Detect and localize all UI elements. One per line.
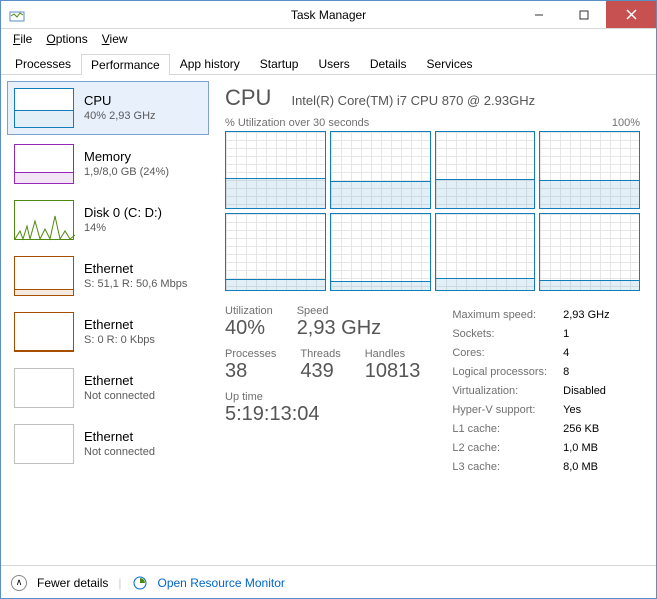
- util-value: 40%: [225, 317, 273, 340]
- tab-performance[interactable]: Performance: [81, 54, 170, 75]
- detail-key: L2 cache:: [452, 440, 561, 457]
- menu-options[interactable]: Options: [40, 30, 93, 48]
- proc-label: Processes: [225, 348, 276, 360]
- detail-val: 1: [563, 326, 609, 343]
- tab-processes[interactable]: Processes: [5, 53, 81, 74]
- uptime-value: 5:19:13:04: [225, 403, 420, 426]
- sidebar-item-cpu[interactable]: CPU40% 2,93 GHz: [7, 81, 209, 135]
- sidebar-item-label: CPU: [84, 92, 156, 110]
- thread-label: Threads: [300, 348, 340, 360]
- detail-key: L3 cache:: [452, 459, 561, 476]
- cpu-model: Intel(R) Core(TM) i7 CPU 870 @ 2.93GHz: [291, 93, 535, 108]
- sidebar: CPU40% 2,93 GHzMemory1,9/8,0 GB (24%)Dis…: [1, 75, 209, 565]
- core-chart: [225, 213, 326, 291]
- core-chart: [435, 131, 536, 209]
- sidebar-item-sub: 14%: [84, 221, 162, 236]
- sidebar-item-disk-0-c-d-[interactable]: Disk 0 (C: D:)14%: [7, 193, 209, 247]
- detail-key: Hyper-V support:: [452, 402, 561, 419]
- handle-value: 10813: [365, 360, 421, 383]
- sidebar-item-label: Disk 0 (C: D:): [84, 204, 162, 222]
- sidebar-item-memory[interactable]: Memory1,9/8,0 GB (24%): [7, 137, 209, 191]
- monitor-icon: [132, 575, 148, 591]
- util-label: Utilization: [225, 305, 273, 317]
- chart-label-left: % Utilization over 30 seconds: [225, 117, 369, 129]
- core-chart: [330, 213, 431, 291]
- detail-val: 8,0 MB: [563, 459, 609, 476]
- detail-key: Sockets:: [452, 326, 561, 343]
- proc-value: 38: [225, 360, 276, 383]
- detail-val: 2,93 GHz: [563, 307, 609, 324]
- titlebar[interactable]: Task Manager: [1, 1, 656, 29]
- menubar: File Options View: [1, 29, 656, 49]
- sidebar-item-sub: 40% 2,93 GHz: [84, 109, 156, 124]
- sidebar-item-label: Ethernet: [84, 428, 155, 446]
- detail-val: 1,0 MB: [563, 440, 609, 457]
- tab-startup[interactable]: Startup: [250, 53, 309, 74]
- maximize-button[interactable]: [561, 1, 606, 28]
- window-title: Task Manager: [291, 8, 366, 22]
- fewer-details-link[interactable]: Fewer details: [37, 576, 108, 590]
- core-chart: [539, 213, 640, 291]
- sidebar-item-ethernet[interactable]: EthernetNot connected: [7, 417, 209, 471]
- handle-label: Handles: [365, 348, 421, 360]
- app-icon: [9, 7, 25, 23]
- chart-label-right: 100%: [612, 117, 640, 129]
- speed-value: 2,93 GHz: [297, 317, 381, 340]
- speed-label: Speed: [297, 305, 381, 317]
- menu-view[interactable]: View: [96, 30, 134, 48]
- uptime-label: Up time: [225, 391, 420, 403]
- chevron-up-icon[interactable]: ∧: [11, 575, 27, 591]
- page-title: CPU: [225, 85, 271, 111]
- detail-val: Yes: [563, 402, 609, 419]
- detail-val: 4: [563, 345, 609, 362]
- sidebar-item-ethernet[interactable]: EthernetS: 51,1 R: 50,6 Mbps: [7, 249, 209, 303]
- minimize-button[interactable]: [516, 1, 561, 28]
- detail-key: L1 cache:: [452, 421, 561, 438]
- sidebar-item-sub: Not connected: [84, 445, 155, 460]
- close-button[interactable]: [606, 1, 656, 28]
- cpu-chart-grid: [225, 131, 640, 291]
- sidebar-item-sub: Not connected: [84, 389, 155, 404]
- tab-users[interactable]: Users: [308, 53, 359, 74]
- tab-bar: ProcessesPerformanceApp historyStartupUs…: [1, 49, 656, 75]
- detail-key: Maximum speed:: [452, 307, 561, 324]
- sidebar-item-ethernet[interactable]: EthernetS: 0 R: 0 Kbps: [7, 305, 209, 359]
- sidebar-item-sub: S: 51,1 R: 50,6 Mbps: [84, 277, 187, 292]
- tab-services[interactable]: Services: [417, 53, 483, 74]
- open-resource-monitor-link[interactable]: Open Resource Monitor: [158, 576, 285, 590]
- detail-val: 256 KB: [563, 421, 609, 438]
- detail-key: Virtualization:: [452, 383, 561, 400]
- sidebar-item-label: Ethernet: [84, 260, 187, 278]
- main-panel: CPU Intel(R) Core(TM) i7 CPU 870 @ 2.93G…: [209, 75, 656, 565]
- core-chart: [539, 131, 640, 209]
- sidebar-item-label: Memory: [84, 148, 169, 166]
- tab-details[interactable]: Details: [360, 53, 417, 74]
- cpu-details-table: Maximum speed:2,93 GHzSockets:1Cores:4Lo…: [450, 305, 611, 478]
- core-chart: [225, 131, 326, 209]
- sidebar-item-ethernet[interactable]: EthernetNot connected: [7, 361, 209, 415]
- tab-app-history[interactable]: App history: [170, 53, 250, 74]
- sidebar-item-label: Ethernet: [84, 372, 155, 390]
- detail-val: 8: [563, 364, 609, 381]
- core-chart: [330, 131, 431, 209]
- sidebar-item-sub: S: 0 R: 0 Kbps: [84, 333, 155, 348]
- detail-key: Logical processors:: [452, 364, 561, 381]
- detail-val: Disabled: [563, 383, 609, 400]
- menu-file[interactable]: File: [7, 30, 38, 48]
- thread-value: 439: [300, 360, 340, 383]
- sidebar-item-label: Ethernet: [84, 316, 155, 334]
- detail-key: Cores:: [452, 345, 561, 362]
- core-chart: [435, 213, 536, 291]
- sidebar-item-sub: 1,9/8,0 GB (24%): [84, 165, 169, 180]
- bottom-bar: ∧ Fewer details | Open Resource Monitor: [1, 565, 656, 599]
